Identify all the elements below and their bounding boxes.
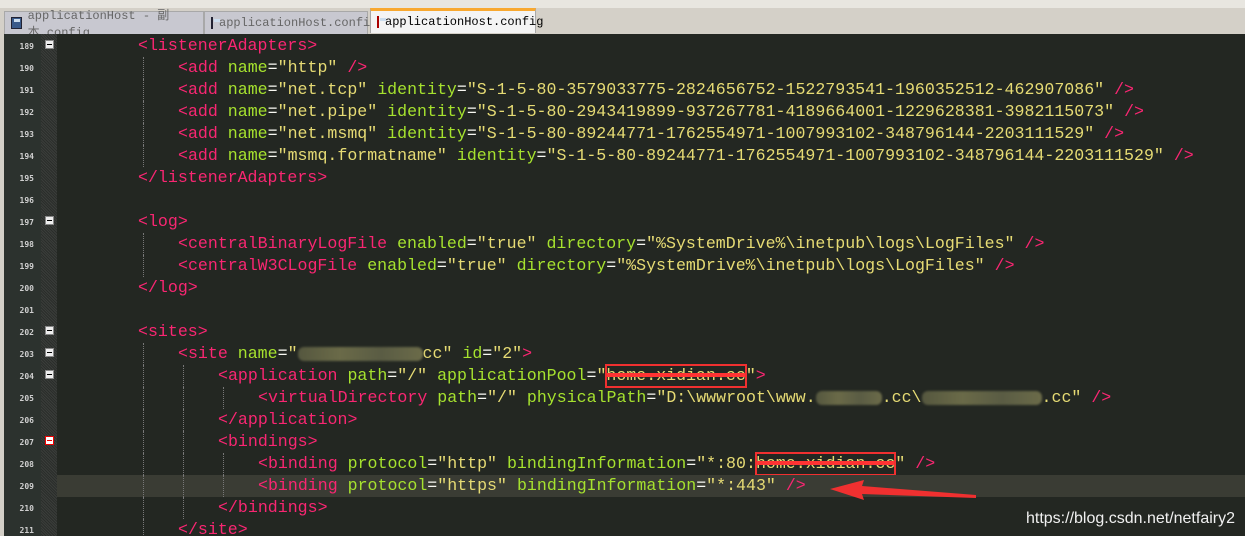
tab-bar: applicationHost - 副本.config applicationH…: [0, 8, 1245, 40]
tab-applicationhost[interactable]: applicationHost.config: [204, 11, 377, 34]
unsaved-disk-icon: [377, 16, 386, 28]
tab-applicationhost-active[interactable]: applicationHost.config: [370, 8, 543, 33]
tab-label: applicationHost.config: [385, 15, 544, 29]
code-editor[interactable]: 189 <listenerAdapters> 190 <add name="http"…: [4, 34, 1245, 536]
annotation-arrow: [830, 480, 976, 500]
tab-label: applicationHost.config: [219, 16, 378, 30]
arrow-shape: [830, 480, 976, 500]
save-disk-icon: [211, 17, 220, 29]
tab-applicationhost-copy[interactable]: applicationHost - 副本.config: [4, 9, 204, 40]
save-disk-icon: [11, 17, 22, 29]
watermark: https://blog.csdn.net/netfairy2: [1025, 510, 1235, 527]
